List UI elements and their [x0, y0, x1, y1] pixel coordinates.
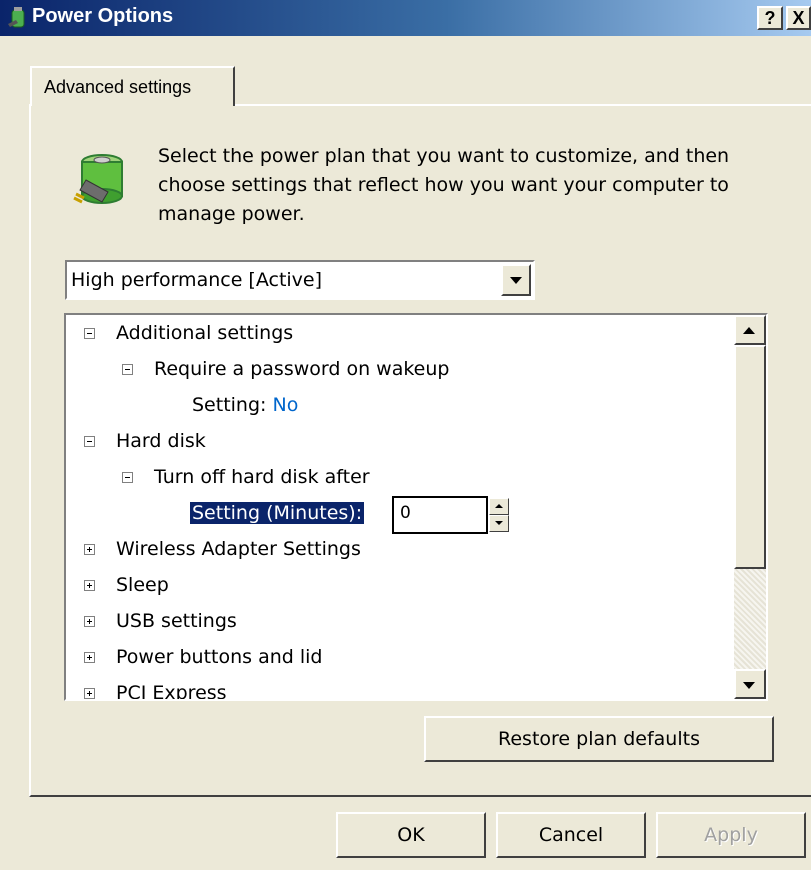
tree-item-minutes-setting[interactable]: Setting (Minutes): [190, 498, 365, 528]
power-options-window: Power Options ? X Advanced settings Sele… [0, 0, 811, 870]
tree-item-label: Sleep [116, 574, 169, 596]
tree-item-sleep[interactable]: Sleep [84, 570, 169, 600]
ok-label: OK [397, 824, 425, 846]
description-text: Select the power plan that you want to c… [158, 145, 730, 225]
scroll-down-button[interactable] [734, 669, 766, 699]
scroll-up-button[interactable] [734, 315, 766, 345]
tree-item-label: USB settings [116, 610, 237, 632]
scroll-thumb[interactable] [734, 345, 766, 569]
tree-item-power-buttons[interactable]: Power buttons and lid [84, 642, 323, 672]
apply-label: Apply [704, 824, 758, 846]
spin-down-icon [495, 521, 503, 525]
restore-defaults-button[interactable]: Restore plan defaults [424, 716, 774, 762]
window-title: Power Options [32, 5, 174, 27]
tree-item-label: Turn off hard disk after [154, 466, 370, 488]
dropdown-button[interactable] [501, 264, 531, 296]
tree-item-hard-disk[interactable]: Hard disk [84, 426, 206, 456]
expand-icon[interactable] [84, 616, 95, 627]
collapse-icon[interactable] [84, 436, 95, 447]
power-options-icon [8, 7, 25, 28]
tree-item-label: PCI Express [116, 682, 227, 701]
ok-button[interactable]: OK [336, 812, 486, 858]
spin-down-button[interactable] [489, 515, 509, 532]
help-button[interactable]: ? [757, 6, 783, 30]
tree-item-label: Require a password on wakeup [154, 358, 450, 380]
tab-label: Advanced settings [44, 77, 192, 97]
chevron-up-icon [743, 327, 755, 334]
setting-label: Setting: [192, 394, 267, 416]
power-plan-value: High performance [Active] [71, 269, 323, 291]
cancel-label: Cancel [538, 824, 604, 846]
setting-value-link[interactable]: No [272, 394, 298, 416]
chevron-down-icon [743, 682, 755, 689]
title-bar[interactable]: Power Options ? X [0, 0, 811, 36]
tree-scrollbar[interactable] [734, 315, 766, 699]
minutes-stepper[interactable] [489, 498, 509, 532]
chevron-down-icon [510, 277, 522, 284]
power-plan-select[interactable]: High performance [Active] [65, 260, 535, 300]
collapse-icon[interactable] [122, 364, 133, 375]
settings-tree[interactable]: Additional settings Require a password o… [64, 313, 768, 701]
tree-item-additional-settings[interactable]: Additional settings [84, 318, 293, 348]
tree-item-password-setting[interactable]: Setting: No [192, 390, 298, 420]
cancel-button[interactable]: Cancel [496, 812, 646, 858]
tree-item-label: Power buttons and lid [116, 646, 323, 668]
tree-item-turn-off-hard-disk[interactable]: Turn off hard disk after [122, 462, 370, 492]
tree-item-label: Additional settings [116, 322, 294, 344]
expand-icon[interactable] [84, 580, 95, 591]
tree-item-label: Hard disk [116, 430, 206, 452]
close-button[interactable]: X [786, 6, 811, 30]
expand-icon[interactable] [84, 652, 95, 663]
setting-label: Setting (Minutes): [190, 502, 365, 524]
minutes-input[interactable]: 0 [392, 496, 488, 534]
collapse-icon[interactable] [122, 472, 133, 483]
restore-defaults-label: Restore plan defaults [498, 728, 700, 750]
tree-item-label: Wireless Adapter Settings [116, 538, 361, 560]
collapse-icon[interactable] [84, 328, 95, 339]
tree-item-pci-express[interactable]: PCI Express [84, 678, 227, 701]
expand-icon[interactable] [84, 544, 95, 555]
expand-icon[interactable] [84, 688, 95, 699]
apply-button[interactable]: Apply [656, 812, 806, 858]
tree-item-wireless-adapter[interactable]: Wireless Adapter Settings [84, 534, 361, 564]
tree-item-require-password[interactable]: Require a password on wakeup [122, 354, 449, 384]
spin-up-icon [495, 504, 503, 508]
tab-advanced-settings[interactable]: Advanced settings [30, 66, 235, 106]
tree-item-usb-settings[interactable]: USB settings [84, 606, 237, 636]
battery-plug-icon [73, 154, 123, 204]
spin-up-button[interactable] [489, 498, 509, 515]
